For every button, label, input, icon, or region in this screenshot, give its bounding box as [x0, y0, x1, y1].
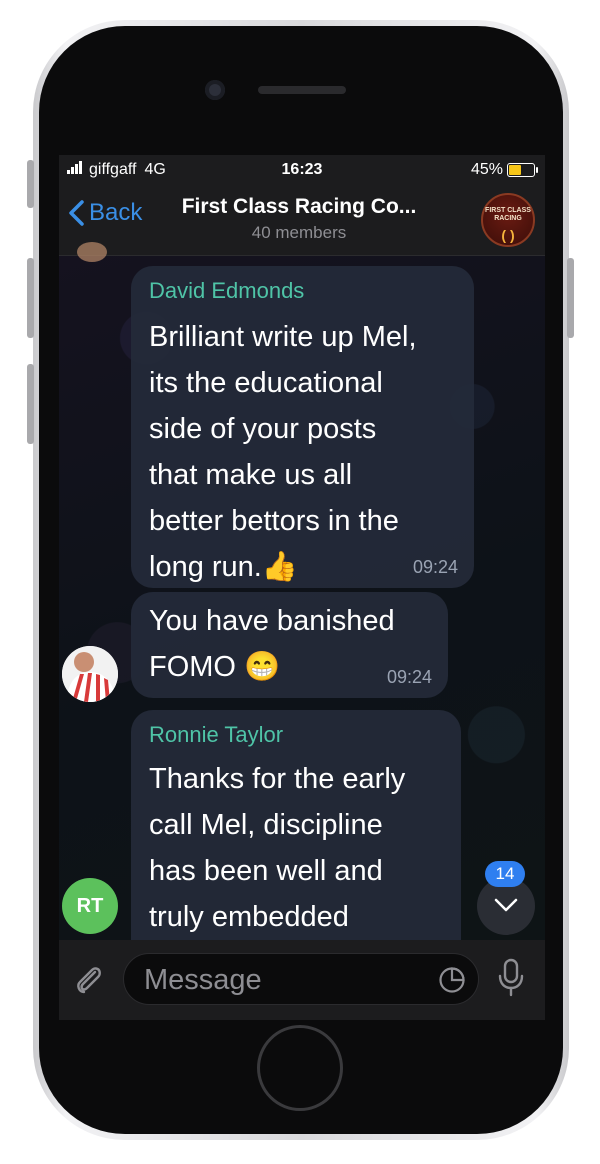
paperclip-icon[interactable]: [71, 962, 105, 996]
unread-badge: 14: [485, 861, 525, 887]
sticker-icon[interactable]: [438, 966, 466, 994]
microphone-icon[interactable]: [497, 958, 525, 998]
back-label: Back: [89, 199, 143, 226]
sender-name: Ronnie Taylor: [149, 722, 284, 747]
member-count: 40 members: [251, 223, 347, 242]
earpiece-speaker: [258, 86, 346, 94]
composer-bar: Message: [59, 940, 545, 1020]
back-button[interactable]: Back: [67, 199, 142, 227]
message-text: Brilliant write up Mel, its the educatio…: [149, 321, 417, 583]
message-time: 09:24: [412, 557, 458, 577]
message-bubble[interactable]: David Edmonds Brilliant write up Mel, it…: [131, 266, 474, 588]
side-button-power: [567, 258, 574, 338]
battery-icon: [507, 163, 538, 177]
front-camera: [205, 80, 225, 100]
battery-status: 45%: [470, 161, 538, 179]
back-chevron-icon: [69, 200, 84, 226]
side-button-volume-up: [27, 258, 34, 338]
message-bubble[interactable]: You have banished FOMO 😁 09:24: [131, 592, 448, 698]
status-bar: giffgaff 4G 16:23 45%: [59, 155, 545, 185]
message-text: You have banished FOMO 😁: [149, 605, 395, 683]
avatar: [77, 242, 107, 262]
avatar-initials: RT: [76, 894, 104, 917]
message-placeholder: Message: [144, 964, 262, 996]
avatar[interactable]: [62, 646, 118, 702]
sender-name: David Edmonds: [149, 278, 305, 303]
battery-percent: 45%: [470, 161, 503, 178]
message-bubble[interactable]: Ronnie Taylor Thanks for the early call …: [131, 710, 461, 970]
avatar-image: [62, 646, 118, 702]
group-avatar-text: FIRST CLASS RACING: [485, 207, 531, 222]
chevron-down-icon: [494, 898, 518, 912]
avatar[interactable]: RT: [62, 878, 118, 934]
chat-title-area[interactable]: First Class Racing Co... 40 members: [154, 195, 444, 243]
message-text: Thanks for the early call Mel, disciplin…: [149, 763, 406, 933]
side-button-mute: [27, 160, 34, 208]
message-time: 09:24: [386, 667, 432, 687]
screen: giffgaff 4G 16:23 45% Back First Class R…: [59, 155, 545, 1020]
home-button[interactable]: [257, 1025, 343, 1111]
side-button-volume-down: [27, 364, 34, 444]
chat-header: Back First Class Racing Co... 40 members…: [59, 185, 545, 256]
message-list[interactable]: David Edmonds Brilliant write up Mel, it…: [59, 242, 545, 970]
message-input[interactable]: Message: [123, 953, 479, 1005]
chat-title: First Class Racing Co...: [181, 195, 417, 218]
group-avatar[interactable]: FIRST CLASS RACING ( ): [481, 193, 535, 247]
group-avatar-mark: ( ): [501, 227, 515, 243]
